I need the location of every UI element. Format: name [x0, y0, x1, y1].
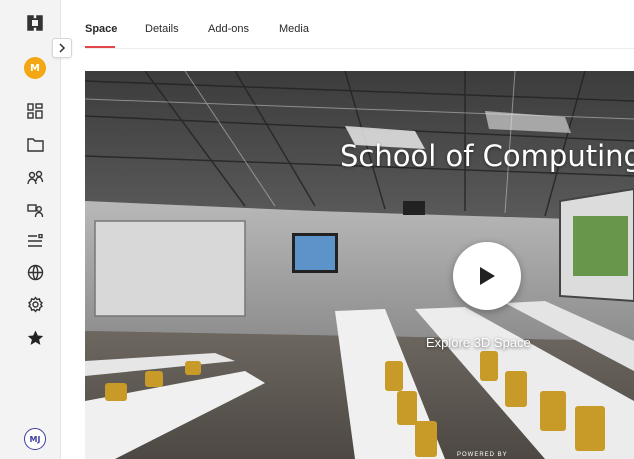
- classroom-image: [85, 71, 634, 459]
- play-button[interactable]: [453, 242, 521, 310]
- dashboard-icon[interactable]: [24, 100, 46, 122]
- tab-add-ons[interactable]: Add-ons: [208, 23, 249, 35]
- active-tab-indicator: [85, 46, 115, 48]
- user-card-icon[interactable]: [24, 199, 46, 221]
- org-avatar[interactable]: M: [24, 57, 46, 79]
- sidebar-expand-button[interactable]: [52, 38, 72, 58]
- folder-icon[interactable]: [24, 133, 46, 155]
- gear-icon[interactable]: [24, 293, 46, 315]
- tab-space[interactable]: Space: [85, 23, 117, 35]
- users-icon[interactable]: [24, 166, 46, 188]
- chevron-right-icon: [59, 43, 66, 53]
- explore-3d-label[interactable]: Explore 3D Space: [426, 335, 531, 350]
- app-logo-icon[interactable]: [24, 12, 46, 34]
- space-title: School of Computing: [340, 139, 634, 173]
- space-viewer[interactable]: School of Computing Explore 3D Space POW…: [85, 71, 634, 459]
- star-icon[interactable]: [24, 327, 46, 349]
- tab-details[interactable]: Details: [145, 23, 179, 35]
- powered-by-label: POWERED BY: [457, 452, 508, 458]
- sidebar: M MJ: [0, 0, 61, 459]
- play-icon: [480, 267, 495, 285]
- list-icon[interactable]: [24, 230, 46, 252]
- tab-bar: Space Details Add-ons Media: [85, 0, 634, 49]
- user-avatar[interactable]: MJ: [24, 428, 46, 450]
- globe-icon[interactable]: [24, 261, 46, 283]
- tab-media[interactable]: Media: [279, 23, 309, 35]
